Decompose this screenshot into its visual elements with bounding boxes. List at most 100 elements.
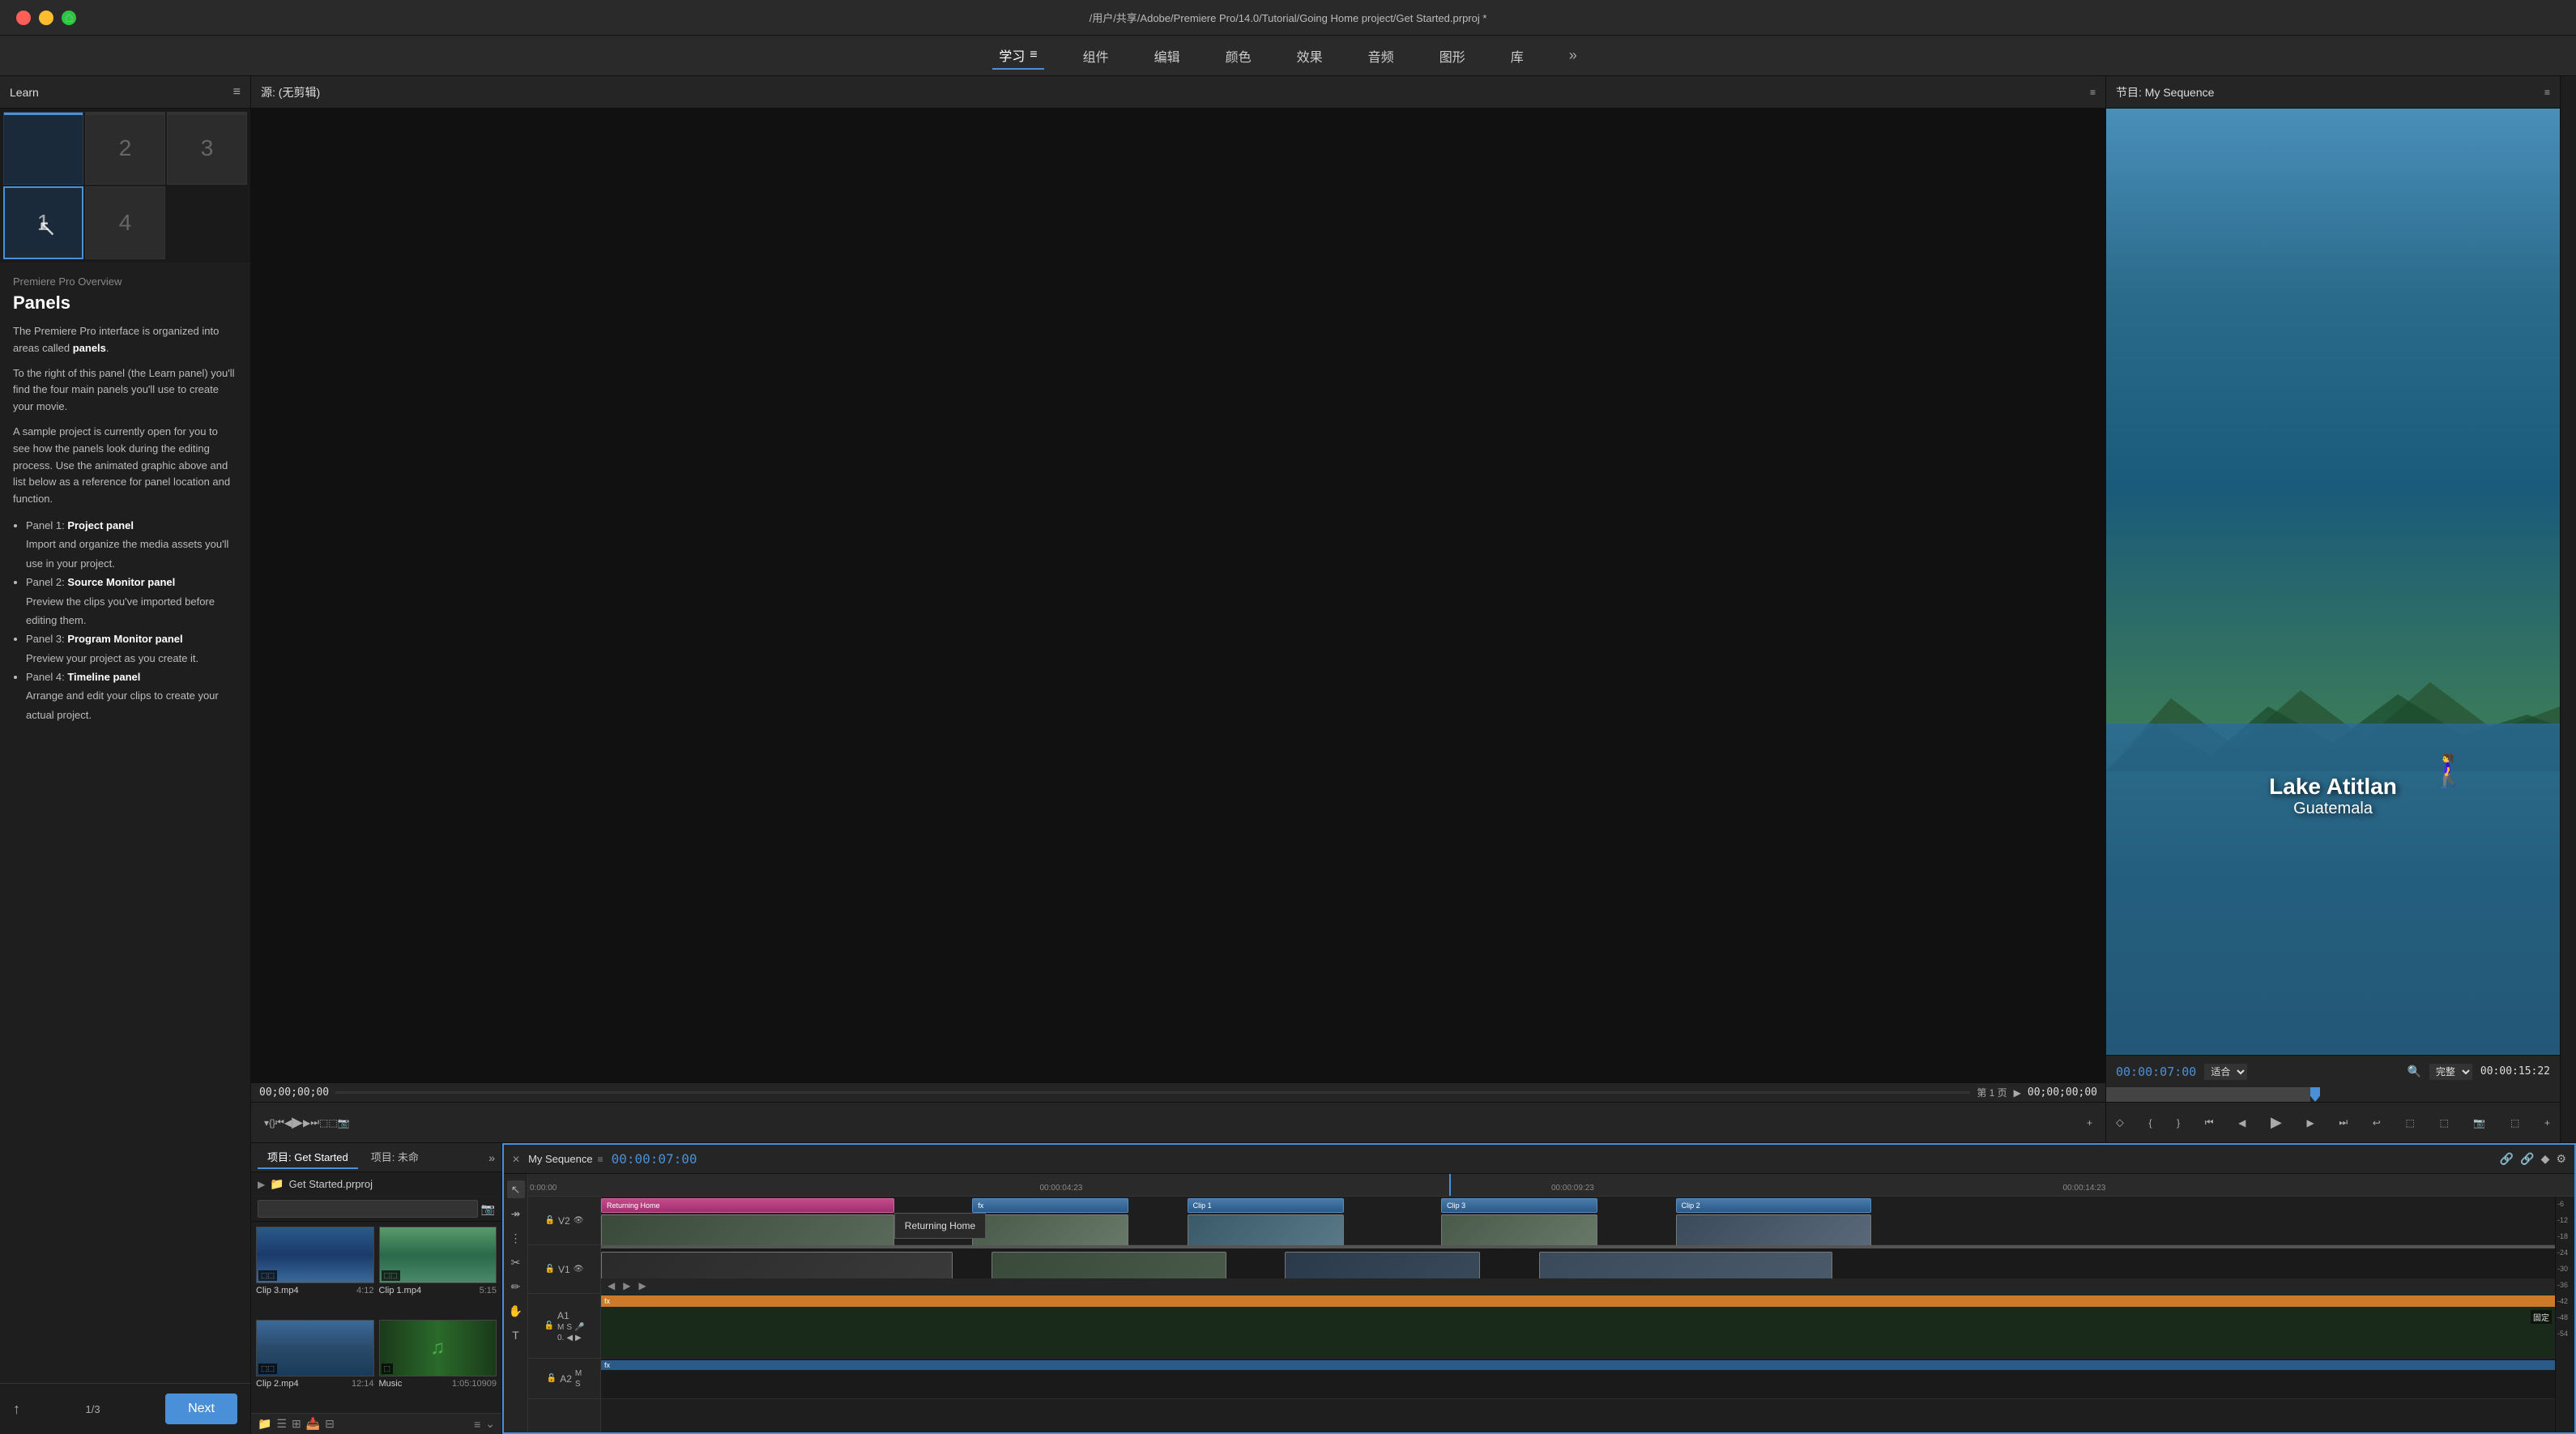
prog-lift[interactable]: ⬚ [2439,1117,2448,1129]
nav-learn[interactable]: 学习 ≡ [992,42,1043,70]
track-v2-eye[interactable]: 👁 [574,1216,584,1225]
learn-thumb-1[interactable]: 1 ↖ [3,186,83,259]
track-v1-eye[interactable]: 👁 [574,1265,584,1274]
source-ctrl-step-back[interactable]: ⏮ [275,1116,284,1129]
nav-library[interactable]: 库 [1504,43,1530,69]
program-playhead[interactable] [2310,1087,2320,1102]
track-a1-s[interactable]: S [566,1323,572,1332]
nav-audio[interactable]: 音频 [1362,43,1401,69]
timeline-marker-icon[interactable]: ◆ [2541,1152,2550,1166]
clip-2-label[interactable]: Clip 2 [1676,1198,1871,1213]
v1-ctrl-play[interactable]: ▶ [623,1280,630,1291]
tool-razor[interactable]: ✂ [507,1253,525,1271]
track-v2-lock[interactable]: 🔓 [545,1216,555,1225]
tool-pen[interactable]: ✏ [507,1278,525,1295]
nav-graphics[interactable]: 图形 [1433,43,1472,69]
source-ctrl-overwrite[interactable]: ⬚ [328,1117,337,1129]
prog-extract[interactable]: ⬚ [2405,1117,2414,1129]
learn-thumb-main[interactable] [3,112,83,185]
project-grid-icon[interactable]: ⊞ [292,1417,301,1431]
track-a1-mic[interactable]: 🎤 [574,1323,584,1332]
clip-3-thumbnail[interactable]: ⬚⬚ [256,1227,374,1283]
prog-frame-fwd[interactable]: ▶ [2306,1117,2314,1129]
prog-play[interactable]: ▶ [2271,1114,2282,1131]
timeline-tab-close[interactable]: ✕ [512,1154,520,1165]
prog-step-fwd[interactable]: ⏭ [2339,1116,2348,1129]
timeline-tab-menu[interactable]: ≡ [598,1154,603,1165]
track-v1-lock[interactable]: 🔓 [545,1265,555,1274]
clip-1-label[interactable]: Clip 1 [1188,1198,1344,1213]
nav-component[interactable]: 组件 [1077,43,1115,69]
timeline-settings-icon[interactable]: ⚙ [2556,1152,2566,1166]
track-a1-lock[interactable]: 🔓 [544,1321,554,1330]
project-new-bin-icon[interactable]: 📁 [258,1417,271,1431]
source-ctrl-step-fwd[interactable]: ⏭ [310,1116,319,1129]
project-tabs-more[interactable]: » [488,1151,495,1164]
prog-frame-back[interactable]: ◀ [2238,1117,2245,1129]
tool-select[interactable]: ↖ [507,1180,525,1198]
tool-text[interactable]: T [507,1326,525,1344]
clip-2-thumbnail[interactable]: ⬚⬚ [256,1320,374,1376]
project-search-input[interactable] [258,1200,478,1218]
track-a1-m[interactable]: M [557,1323,564,1332]
timeline-timecode[interactable]: 00:00:07:00 [612,1151,697,1167]
program-fit-dropdown[interactable]: 适合 [2204,1064,2247,1080]
program-timebar[interactable] [2106,1087,2560,1102]
source-ctrl-play[interactable]: ▶ [292,1114,303,1131]
source-ctrl-add[interactable]: + [2087,1117,2092,1129]
prog-brace-open[interactable]: { [2148,1117,2152,1129]
project-settings-icon[interactable]: ≡ [474,1418,480,1431]
clip-1-thumbnail[interactable]: ⬚⬚ [379,1227,497,1283]
prog-export[interactable]: ⬚ [2510,1117,2519,1129]
prog-loop[interactable]: ↩ [2373,1117,2381,1129]
project-tab-get-started[interactable]: 项目: Get Started [258,1146,358,1169]
project-camera-icon[interactable]: 📷 [481,1202,495,1216]
clip-returning-home-label[interactable]: Returning Home [601,1198,894,1213]
program-complete-dropdown[interactable]: 完整 [2429,1064,2472,1080]
project-chevron-icon[interactable]: ⌄ [485,1417,495,1431]
track-a2-m[interactable]: M [575,1369,582,1378]
source-ctrl-frame-back[interactable]: ◀ [284,1117,292,1129]
track-a1-vol-left[interactable]: ◀ [566,1334,573,1342]
home-icon[interactable]: ⌂ [65,9,74,26]
right-scrollbar[interactable] [2560,76,2576,1142]
learn-thumb-4[interactable]: 4 [85,186,165,259]
minimize-button[interactable] [39,11,53,25]
v1-ctrl-prev[interactable]: ◀ [608,1280,615,1291]
program-monitor-menu-icon[interactable]: ≡ [2544,87,2550,98]
track-a2-lock[interactable]: 🔓 [547,1374,557,1383]
nav-edit[interactable]: 编辑 [1148,43,1187,69]
prog-brace-close[interactable]: } [2177,1117,2180,1129]
timeline-tab[interactable]: My Sequence ≡ [528,1153,603,1165]
clip-music-thumbnail[interactable]: ♫ ⬚ [379,1320,497,1376]
learn-thumb-3[interactable]: 3 [167,112,247,185]
nav-more[interactable]: » [1563,44,1584,67]
next-button[interactable]: Next [165,1393,237,1424]
tree-arrow[interactable]: ▶ [258,1179,265,1190]
tool-ripple-edit[interactable]: ⋮ [507,1229,525,1247]
source-monitor-menu-icon[interactable]: ≡ [2090,87,2096,98]
learn-thumb-2[interactable]: 2 [85,112,165,185]
source-page-arrow[interactable]: ▶ [2014,1087,2021,1099]
project-slider-icon[interactable]: ⊟ [325,1417,335,1431]
program-timecode-current[interactable]: 00:00:07:00 [2116,1065,2196,1079]
source-ctrl-camera[interactable]: 📷 [338,1117,350,1129]
timeline-db-scrollbar[interactable]: -6 -12 -18 -24 -30 -36 -42 -48 -54 [2555,1197,2574,1432]
timeline-link-icon[interactable]: 🔗 [2520,1152,2534,1166]
nav-effects[interactable]: 效果 [1290,43,1329,69]
tool-hand[interactable]: ✋ [507,1302,525,1320]
scroll-up-icon[interactable]: ↑ [13,1401,20,1418]
source-ctrl-frame-fwd[interactable]: ▶ [303,1117,310,1129]
project-list-icon[interactable]: ☰ [276,1417,287,1431]
prog-camera[interactable]: 📷 [2473,1117,2485,1129]
close-button[interactable] [16,11,31,25]
track-a2-s[interactable]: S [575,1380,582,1389]
clip-3-label[interactable]: Clip 3 [1441,1198,1597,1213]
clip-fx-1[interactable]: fx [972,1198,1128,1213]
nav-color[interactable]: 颜色 [1219,43,1258,69]
timeline-snap-icon[interactable]: 🔗 [2500,1152,2514,1166]
prog-add[interactable]: + [2544,1117,2550,1129]
prog-step-back[interactable]: ⏮ [2205,1116,2214,1129]
learn-panel-menu-icon[interactable]: ≡ [233,85,241,100]
project-import-icon[interactable]: 📥 [306,1417,320,1431]
